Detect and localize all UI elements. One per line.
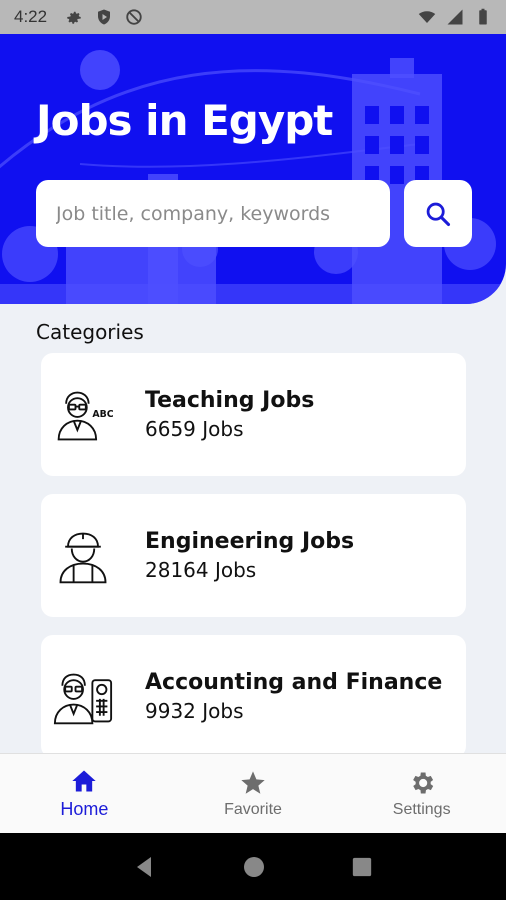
hero-banner: Jobs in Egypt	[0, 34, 506, 304]
bottom-navigation: Home Favorite Settings	[0, 753, 506, 833]
category-count: 28164 Jobs	[145, 558, 257, 582]
shield-status-icon	[98, 9, 111, 25]
settings-status-icon	[67, 11, 81, 24]
recents-icon[interactable]	[351, 856, 373, 878]
status-time: 4:22	[14, 7, 48, 26]
category-count: 6659 Jobs	[145, 417, 244, 441]
search-icon	[426, 202, 451, 226]
categories-heading: Categories	[36, 320, 144, 344]
category-count: 9932 Jobs	[145, 699, 244, 723]
status-bar: 4:22	[0, 0, 506, 34]
city-illustration	[0, 50, 506, 304]
back-icon[interactable]	[133, 855, 157, 879]
engineer-icon	[59, 532, 107, 583]
category-title: Teaching Jobs	[145, 388, 315, 413]
system-navigation-bar	[0, 833, 506, 900]
nav-settings[interactable]: Settings	[337, 754, 506, 833]
nav-home[interactable]: Home	[0, 754, 169, 833]
category-title: Accounting and Finance	[145, 670, 443, 695]
category-card-teaching[interactable]: ABC Teaching Jobs 6659 Jobs	[41, 353, 466, 476]
search-button[interactable]	[404, 180, 472, 247]
accountant-icon	[53, 673, 113, 724]
home-circle-icon[interactable]	[242, 855, 266, 879]
category-card-accounting[interactable]: Accounting and Finance 9932 Jobs	[41, 635, 466, 758]
nav-favorite[interactable]: Favorite	[169, 754, 338, 833]
page-title: Jobs in Egypt	[36, 96, 333, 145]
home-icon	[72, 770, 96, 792]
wifi-icon	[418, 11, 436, 23]
search-input[interactable]	[56, 202, 390, 225]
signal-icon	[447, 9, 463, 25]
nav-label: Settings	[392, 800, 451, 818]
search-box[interactable]	[36, 180, 390, 247]
category-title: Engineering Jobs	[145, 529, 355, 554]
svg-text:ABC: ABC	[92, 408, 113, 419]
gear-icon	[412, 772, 433, 793]
battery-icon	[479, 8, 487, 25]
nav-label: Home	[60, 799, 109, 819]
no-disturb-status-icon	[126, 9, 142, 25]
nav-label: Favorite	[224, 800, 282, 818]
category-card-engineering[interactable]: Engineering Jobs 28164 Jobs	[41, 494, 466, 617]
star-icon	[241, 770, 265, 794]
teacher-icon: ABC	[57, 391, 113, 440]
